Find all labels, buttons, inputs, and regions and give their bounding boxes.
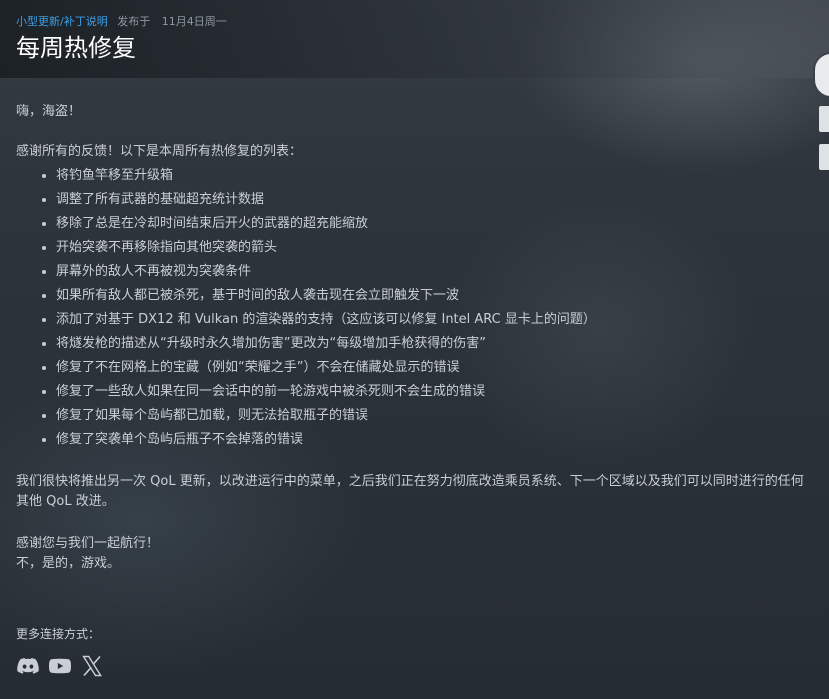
event-meta: 小型更新/补丁说明 发布于 11月4日周一 xyxy=(16,14,227,30)
more-links-label: 更多连接方式： xyxy=(16,627,101,641)
list-item: 如果所有敌人都已被杀死，基于时间的敌人袭击现在会立即触发下一波 xyxy=(56,284,816,308)
patch-notes-body: 嗨，海盗！ 感谢所有的反馈！以下是本周所有热修复的列表： 将钓鱼竿移至升级箱 调… xyxy=(16,100,816,574)
list-item: 移除了总是在冷却时间结束后开火的武器的超充能缩放 xyxy=(56,212,816,236)
intro-text: 感谢所有的反馈！以下是本周所有热修复的列表： xyxy=(16,144,303,159)
list-item: 修复了突袭单个岛屿后瓶子不会掉落的错误 xyxy=(56,428,816,452)
discord-icon[interactable] xyxy=(16,654,40,678)
thanks-text: 感谢您与我们一起航行！ xyxy=(16,536,160,551)
x-icon[interactable] xyxy=(80,654,104,678)
signoff-text: 不，是的，游戏。 xyxy=(16,556,121,571)
category-link[interactable]: 小型更新/补丁说明 xyxy=(16,15,108,28)
social-links xyxy=(16,654,104,678)
list-item: 添加了对基于 DX12 和 Vulkan 的渲染器的支持（这应该可以修复 Int… xyxy=(56,308,816,332)
publish-date: 11月4日周一 xyxy=(161,15,227,28)
greeting: 嗨，海盗！ xyxy=(16,104,82,119)
list-item: 屏幕外的敌人不再被视为突袭条件 xyxy=(56,260,816,284)
list-item: 将钓鱼竿移至升级箱 xyxy=(56,164,816,188)
page-title: 每周热修复 xyxy=(16,34,136,62)
event-header: 小型更新/补丁说明 发布于 11月4日周一 每周热修复 xyxy=(0,0,829,78)
list-item: 调整了所有武器的基础超充统计数据 xyxy=(56,188,816,212)
list-item: 修复了如果每个岛屿都已加载，则无法拾取瓶子的错误 xyxy=(56,404,816,428)
list-item: 修复了不在网格上的宝藏（例如“荣耀之手”）不会在储藏处显示的错误 xyxy=(56,356,816,380)
outro-text: 我们很快将推出另一次 QoL 更新，以改进运行中的菜单，之后我们正在努力彻底改造… xyxy=(16,474,804,509)
list-item: 开始突袭不再移除指向其他突袭的箭头 xyxy=(56,236,816,260)
fix-list: 将钓鱼竿移至升级箱 调整了所有武器的基础超充统计数据 移除了总是在冷却时间结束后… xyxy=(16,164,816,452)
list-item: 将燧发枪的描述从“升级时永久增加伤害”更改为“每级增加手枪获得的伤害” xyxy=(56,332,816,356)
side-tab-1[interactable] xyxy=(819,106,829,132)
youtube-icon[interactable] xyxy=(48,654,72,678)
published-label: 发布于 xyxy=(117,15,151,28)
list-item: 修复了一些敌人如果在同一会话中的前一轮游戏中被杀死则不会生成的错误 xyxy=(56,380,816,404)
side-tab-2[interactable] xyxy=(819,144,829,170)
